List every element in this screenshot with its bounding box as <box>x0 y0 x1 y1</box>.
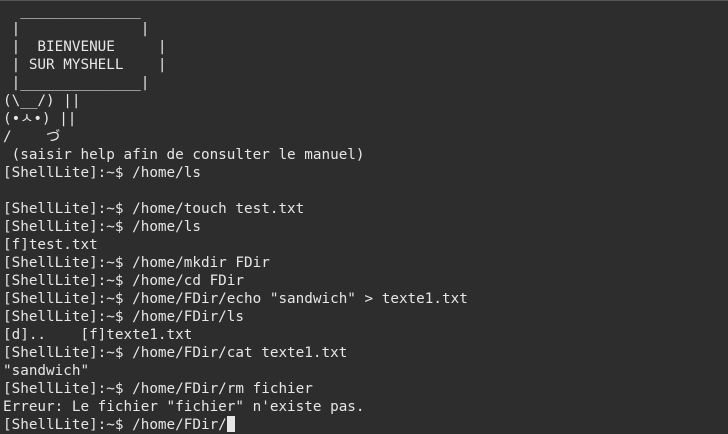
banner-border: | | <box>3 21 150 37</box>
prompt-text: [ShellLite]:~$ /home/FDir/ <box>3 417 227 433</box>
banner-top-border: ______________ <box>3 3 141 19</box>
banner-welcome: | BIENVENUE | <box>3 39 167 55</box>
output-line: "sandwich" <box>3 363 90 379</box>
command-line: [ShellLite]:~$ /home/mkdir FDir <box>3 255 270 271</box>
error-message: Erreur: Le fichier "fichier" n'existe pa… <box>3 399 365 415</box>
command-line: [ShellLite]:~$ /home/ls <box>3 165 201 181</box>
help-hint: (saisir help afin de consulter le manuel… <box>3 147 365 163</box>
command-line: [ShellLite]:~$ /home/FDir/ls <box>3 309 245 325</box>
empty-output-line <box>3 182 728 200</box>
command-line: [ShellLite]:~$ /home/cd FDir <box>3 273 245 289</box>
banner-bottom-border: |______________| <box>3 75 150 91</box>
output-line: [d].. [f]texte1.txt <box>3 327 193 343</box>
terminal-window[interactable]: ______________ | | | BIENVENUE | | SUR M… <box>0 0 728 434</box>
output-line: [f]test.txt <box>3 237 98 253</box>
window-top-border <box>0 0 728 1</box>
ascii-bunny-ears: (\__/) || <box>3 93 81 109</box>
command-line: [ShellLite]:~$ /home/FDir/echo "sandwich… <box>3 291 468 307</box>
active-prompt[interactable]: [ShellLite]:~$ /home/FDir/ <box>3 416 728 434</box>
command-line: [ShellLite]:~$ /home/ls <box>3 219 201 235</box>
ascii-bunny-face: (•ㅅ•) || <box>3 111 77 127</box>
ascii-bunny-body: / づ <box>3 129 61 145</box>
text-cursor <box>226 416 235 432</box>
banner-shell-name: | SUR MYSHELL | <box>3 57 167 73</box>
command-line: [ShellLite]:~$ /home/FDir/cat texte1.txt <box>3 345 348 361</box>
command-line: [ShellLite]:~$ /home/touch test.txt <box>3 201 305 217</box>
command-line: [ShellLite]:~$ /home/FDir/rm fichier <box>3 381 313 397</box>
